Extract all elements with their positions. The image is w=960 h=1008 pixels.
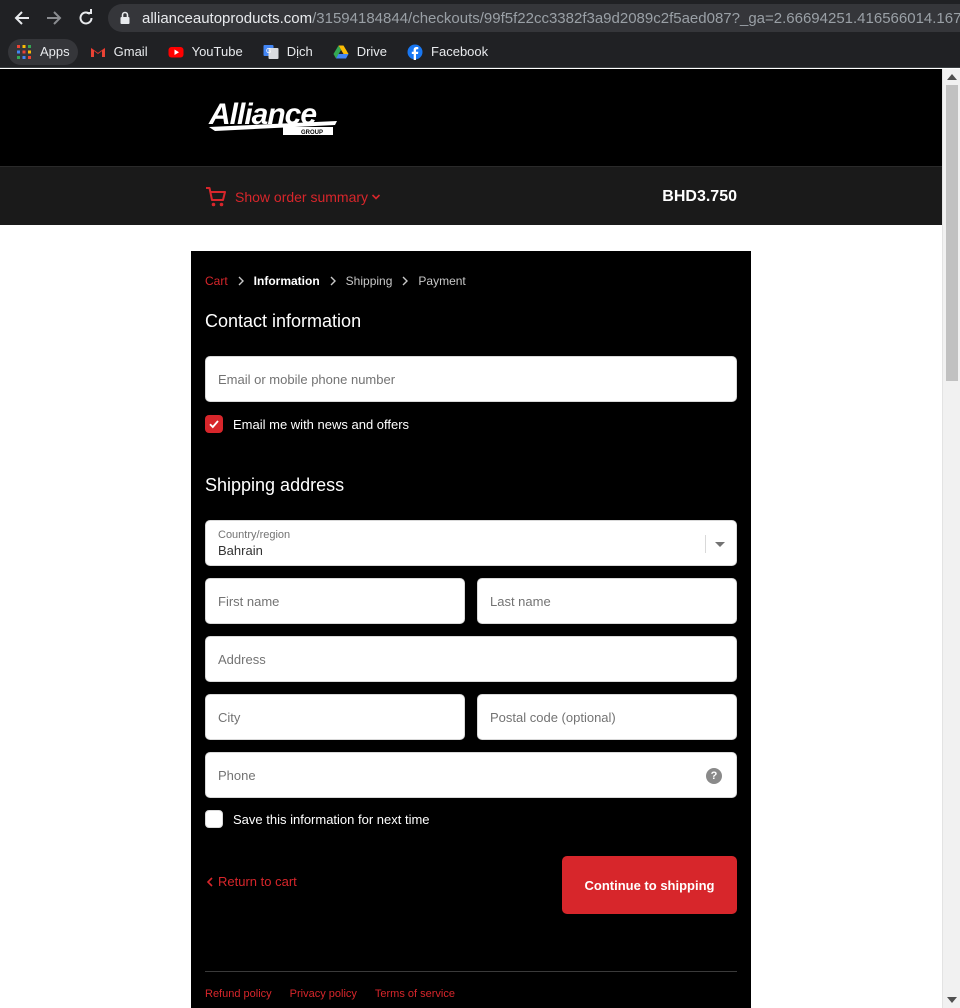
email-placeholder: Email or mobile phone number (218, 371, 396, 387)
chevron-right-icon (397, 276, 413, 286)
summary-toggle-label: Show order summary (235, 188, 369, 205)
last-name-field[interactable]: Last name (477, 578, 737, 624)
city-field[interactable]: City (205, 694, 465, 740)
breadcrumb-information: Information (253, 274, 320, 288)
return-to-cart-link[interactable]: Return to cart (205, 874, 297, 889)
bookmarks-bar: Apps Gmail YouTube G Dịch Drive Facebook (0, 36, 960, 68)
chevron-right-icon (325, 276, 341, 286)
bookmark-translate[interactable]: G Dịch (255, 39, 321, 65)
save-info-label: Save this information for next time (233, 811, 430, 827)
terms-of-service-link[interactable]: Terms of service (375, 988, 455, 1000)
bookmark-label: Dịch (286, 44, 313, 59)
svg-text:GROUP: GROUP (301, 130, 323, 136)
bookmark-label: Apps (40, 44, 70, 59)
postal-code-placeholder: Postal code (optional) (490, 709, 616, 725)
save-info-option: Save this information for next time (205, 810, 430, 828)
google-translate-icon: G (263, 44, 279, 60)
url-host: allianceautoproducts.com (142, 9, 313, 27)
country-value: Bahrain (218, 542, 263, 558)
refund-policy-link[interactable]: Refund policy (205, 988, 272, 1000)
bookmark-youtube[interactable]: YouTube (160, 39, 251, 65)
bookmark-drive[interactable]: Drive (325, 39, 395, 65)
chevron-right-icon (233, 276, 249, 286)
forward-arrow-icon (47, 11, 62, 25)
continue-to-shipping-button[interactable]: Continue to shipping (562, 856, 737, 914)
first-name-field[interactable]: First name (205, 578, 465, 624)
scroll-up-arrow-icon[interactable] (947, 74, 957, 80)
shipping-address-title: Shipping address (205, 475, 345, 495)
checkout-panel: Cart Information Shipping Payment Contac… (191, 251, 751, 1008)
breadcrumb-shipping: Shipping (345, 274, 393, 288)
phone-placeholder: Phone (218, 767, 256, 783)
bookmark-label: Facebook (431, 44, 489, 59)
breadcrumb: Cart Information Shipping Payment (205, 274, 466, 288)
newsletter-option: Email me with news and offers (205, 415, 409, 433)
browser-toolbar: allianceautoproducts.com/31594184844/che… (0, 0, 960, 36)
bookmark-apps[interactable]: Apps (8, 38, 78, 65)
url-path: /31594184844/checkouts/99f5f22cc3382f3a9… (312, 9, 960, 27)
bookmark-gmail[interactable]: Gmail (82, 39, 156, 65)
scroll-down-arrow-icon[interactable] (947, 997, 957, 1003)
email-field[interactable]: Email or mobile phone number (205, 356, 737, 402)
breadcrumb-payment: Payment (418, 274, 466, 288)
return-to-cart-label: Return to cart (218, 874, 297, 889)
postal-code-field[interactable]: Postal code (optional) (477, 694, 737, 740)
caret-down-icon (715, 542, 725, 547)
bookmark-label: Drive (356, 44, 388, 59)
question-mark-icon[interactable]: ? (706, 768, 722, 784)
address-placeholder: Address (218, 651, 266, 667)
breadcrumb-cart[interactable]: Cart (205, 274, 228, 288)
last-name-placeholder: Last name (490, 593, 551, 609)
reload-icon (79, 9, 93, 25)
chevron-left-icon (206, 876, 213, 887)
facebook-icon (407, 44, 423, 60)
back-arrow-icon (14, 11, 29, 25)
show-order-summary-toggle[interactable]: Show order summary (205, 167, 381, 226)
alliance-logo[interactable]: Alliance GROUP (205, 91, 341, 141)
svg-text:G: G (266, 48, 271, 55)
order-summary-bar: Show order summary BHD3.750 (0, 166, 942, 225)
newsletter-checkbox[interactable] (205, 415, 223, 433)
forward-button[interactable] (38, 0, 70, 36)
gmail-icon (90, 44, 106, 60)
google-drive-icon (333, 44, 349, 60)
first-name-placeholder: First name (218, 593, 280, 609)
reload-button[interactable] (70, 0, 102, 36)
newsletter-label: Email me with news and offers (233, 416, 410, 432)
bookmark-label: YouTube (191, 44, 243, 59)
privacy-policy-link[interactable]: Privacy policy (290, 988, 357, 1000)
lock-icon (120, 11, 130, 24)
bookmark-label: Gmail (113, 44, 148, 59)
scrollbar-thumb[interactable] (946, 85, 958, 381)
city-placeholder: City (218, 709, 241, 725)
phone-field[interactable]: Phone ? (205, 752, 737, 798)
page-viewport: Alliance GROUP Show order summary BHD3.7… (0, 69, 942, 1008)
address-bar[interactable]: allianceautoproducts.com/31594184844/che… (108, 4, 960, 32)
address-field[interactable]: Address (205, 636, 737, 682)
contact-information-title: Contact information (205, 311, 362, 331)
bookmark-facebook[interactable]: Facebook (399, 39, 496, 65)
select-divider (705, 535, 706, 553)
country-select[interactable]: Country/region Bahrain (205, 520, 737, 566)
youtube-icon (168, 44, 184, 60)
footer-divider (205, 971, 737, 972)
chevron-down-icon (371, 193, 381, 200)
cart-icon (206, 186, 226, 206)
site-header: Alliance GROUP (0, 69, 942, 166)
apps-grid-icon (16, 44, 32, 60)
order-total: BHD3.750 (662, 187, 737, 205)
save-info-checkbox[interactable] (205, 810, 223, 828)
page-scrollbar[interactable] (942, 69, 960, 1008)
footer-links: Refund policy Privacy policy Terms of se… (205, 988, 473, 1000)
country-label: Country/region (218, 528, 291, 541)
back-button[interactable] (6, 0, 38, 36)
checkmark-icon (209, 420, 219, 429)
